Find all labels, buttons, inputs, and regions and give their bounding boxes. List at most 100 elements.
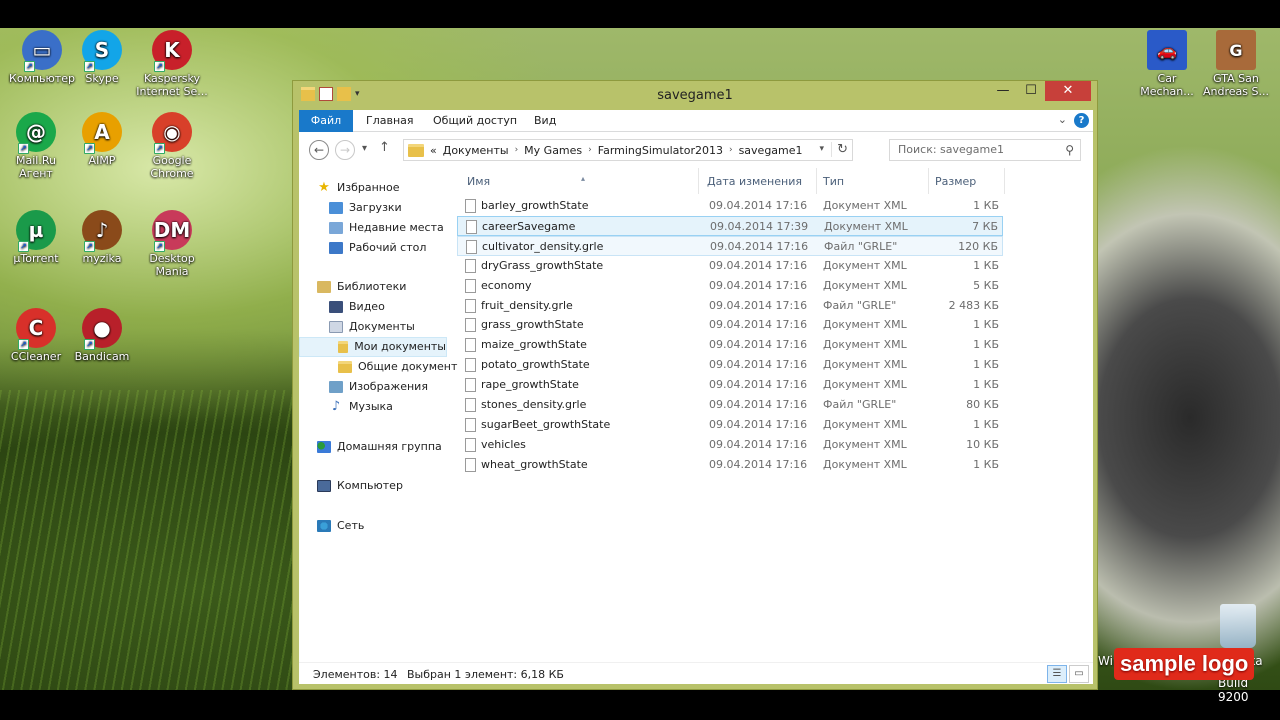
table-row[interactable]: grass_growthState 09.04.2014 17:16 Докумен…: [457, 315, 1003, 335]
table-row[interactable]: dryGrass_growthState 09.04.2014 17:16 Доку…: [457, 256, 1003, 276]
desktop-icon-item[interactable]: ◉ ↗ Google Chrome: [136, 112, 208, 180]
back-button[interactable]: ←: [309, 140, 329, 160]
breadcrumb-farming-simulator[interactable]: FarmingSimulator2013: [598, 144, 723, 157]
nav-label: Избранное: [337, 181, 400, 194]
maximize-button[interactable]: ☐: [1017, 81, 1045, 101]
recent-locations-icon[interactable]: ▾: [362, 143, 367, 154]
table-row[interactable]: maize_growthState 09.04.2014 17:16 Докумен…: [457, 335, 1003, 355]
table-row[interactable]: rape_growthState 09.04.2014 17:16 Документ…: [457, 375, 1003, 395]
file-name: vehicles: [481, 437, 526, 451]
table-row[interactable]: cultivator_density.grle 09.04.2014 17:16 Ф…: [457, 235, 1003, 256]
search-input[interactable]: Поиск: savegame1 ⚲: [889, 139, 1081, 161]
column-header-name[interactable]: ▴ Имя: [457, 168, 699, 194]
desktop-icon-item[interactable]: ● ↗ Bandicam: [66, 308, 138, 363]
chevron-right-icon[interactable]: ›: [729, 145, 733, 155]
table-row[interactable]: barley_growthState 09.04.2014 17:16 Докуме…: [457, 196, 1003, 216]
table-row[interactable]: sugarBeet_growthState 09.04.2014 17:16 Док…: [457, 415, 1003, 435]
nav-homegroup[interactable]: Домашняя группа: [317, 437, 442, 457]
chevron-right-icon[interactable]: ›: [588, 145, 592, 155]
address-bar[interactable]: « Документы › My Games › FarmingSimulato…: [403, 139, 853, 161]
tab-file[interactable]: Файл: [299, 110, 353, 132]
desktop-icon-item[interactable]: 🚗 Car Mechan...: [1131, 30, 1203, 98]
tab-share[interactable]: Общий доступ: [433, 110, 517, 132]
up-button[interactable]: ↑: [379, 140, 390, 155]
ribbon-expand-icon[interactable]: ⌄: [1058, 113, 1067, 126]
breadcrumb-overflow[interactable]: «: [430, 144, 437, 157]
breadcrumb-my-games[interactable]: My Games: [524, 144, 582, 157]
nav-video[interactable]: Видео: [329, 297, 385, 317]
nav-documents[interactable]: Документы: [329, 317, 415, 337]
column-header-type[interactable]: Тип: [819, 168, 929, 194]
nav-music[interactable]: ♪ Музыка: [329, 397, 393, 417]
table-row[interactable]: economy 09.04.2014 17:16 Документ XML 5 КБ: [457, 276, 1003, 296]
column-label: Тип: [823, 175, 845, 188]
nav-desktop[interactable]: Рабочий стол: [329, 238, 426, 258]
desktop-icon-item[interactable]: DM ↗ Desktop Mania: [136, 210, 208, 278]
nav-downloads[interactable]: Загрузки: [329, 198, 402, 218]
breadcrumb-savegame[interactable]: savegame1: [739, 144, 803, 157]
refresh-icon[interactable]: ↻: [831, 142, 848, 157]
desktop-icon-item[interactable]: ♪ ↗ myzika: [66, 210, 138, 265]
nav-images[interactable]: Изображения: [329, 377, 428, 397]
address-dropdown-icon[interactable]: ▾: [819, 144, 824, 154]
file-name: economy: [481, 278, 532, 292]
nav-label: Сеть: [337, 519, 365, 532]
file-name: potato_growthState: [481, 358, 590, 372]
app-icon: ● ↗: [82, 308, 122, 350]
content-area: ★ Избранное Загрузки Недавние места Рабо…: [299, 168, 1093, 662]
search-icon[interactable]: ⚲: [1065, 140, 1074, 160]
nav-label: Недавние места: [349, 221, 444, 234]
file-icon: [465, 358, 476, 373]
title-bar[interactable]: ▾ savegame1 — ☐ ✕: [293, 81, 1097, 109]
help-icon[interactable]: ?: [1074, 113, 1089, 128]
desktop-icon-item[interactable]: A ↗ AIMP: [66, 112, 138, 167]
file-date: 09.04.2014 17:16: [709, 278, 808, 292]
table-row[interactable]: stones_density.grle 09.04.2014 17:16 Файл …: [457, 395, 1003, 415]
table-row[interactable]: vehicles 09.04.2014 17:16 Документ XML 10 К…: [457, 435, 1003, 455]
table-row[interactable]: potato_growthState 09.04.2014 17:16 Докуме…: [457, 355, 1003, 375]
column-header-size[interactable]: Размер: [931, 168, 1005, 194]
navigation-bar: ← → ▾ ↑ « Документы › My Games › Farming…: [299, 132, 1093, 168]
file-date: 09.04.2014 17:39: [710, 219, 809, 233]
desktop-icon-item[interactable]: @ ↗ Mail.Ru Агент: [0, 112, 72, 180]
desktop-icon-label: myzika: [82, 252, 122, 265]
large-icons-view-button[interactable]: ▭: [1069, 665, 1089, 683]
desktop-icon-item[interactable]: K ↗ Kaspersky Internet Se...: [136, 30, 208, 98]
desktop-icon-item[interactable]: S ↗ Skype: [66, 30, 138, 85]
nav-favorites[interactable]: ★ Избранное: [317, 178, 399, 198]
details-view-button[interactable]: ☰: [1047, 665, 1067, 683]
nav-public-documents[interactable]: Общие документ: [338, 357, 457, 377]
nav-my-documents[interactable]: Мои документы: [299, 337, 447, 357]
file-icon: [465, 457, 476, 472]
forward-button[interactable]: →: [335, 140, 355, 160]
recent-places-icon: [329, 222, 343, 234]
table-row[interactable]: careerSavegame 09.04.2014 17:39 Документ X…: [457, 215, 1003, 236]
chevron-right-icon[interactable]: ›: [515, 145, 519, 155]
desktop-icon-item[interactable]: G GTA San Andreas S...: [1200, 30, 1272, 98]
shortcut-arrow-icon: ↗: [154, 241, 165, 252]
file-icon: [465, 318, 476, 333]
close-button[interactable]: ✕: [1045, 81, 1091, 101]
nav-computer[interactable]: Компьютер: [317, 476, 403, 496]
desktop-icon-item[interactable]: C ↗ CCleaner: [0, 308, 72, 363]
tab-view[interactable]: Вид: [534, 110, 556, 132]
recycle-bin-icon[interactable]: [1220, 604, 1256, 648]
desktop-icon-label: Skype: [85, 72, 119, 85]
nav-libraries[interactable]: Библиотеки: [317, 277, 406, 297]
file-date: 09.04.2014 17:16: [709, 457, 808, 471]
file-date: 09.04.2014 17:16: [709, 199, 808, 212]
desktop-icon-item[interactable]: µ ↗ µTorrent: [0, 210, 72, 265]
minimize-button[interactable]: —: [989, 81, 1017, 101]
nav-network[interactable]: Сеть: [317, 516, 364, 536]
table-row[interactable]: fruit_density.grle 09.04.2014 17:16 Файл "…: [457, 296, 1003, 316]
table-row[interactable]: wheat_growthState 09.04.2014 17:16 Докумен…: [457, 455, 1003, 475]
file-type: Документ XML: [823, 318, 907, 332]
breadcrumb-documents[interactable]: Документы: [443, 144, 509, 157]
explorer-window[interactable]: ▾ savegame1 — ☐ ✕ Файл Главная Общий дос…: [292, 80, 1098, 690]
app-icon: C ↗: [16, 308, 56, 350]
nav-recent[interactable]: Недавние места: [329, 218, 444, 238]
tab-home[interactable]: Главная: [366, 110, 414, 132]
folder-icon: [338, 341, 349, 353]
column-header-date[interactable]: Дата изменения: [703, 168, 817, 194]
shortcut-arrow-icon: ↗: [84, 339, 95, 350]
